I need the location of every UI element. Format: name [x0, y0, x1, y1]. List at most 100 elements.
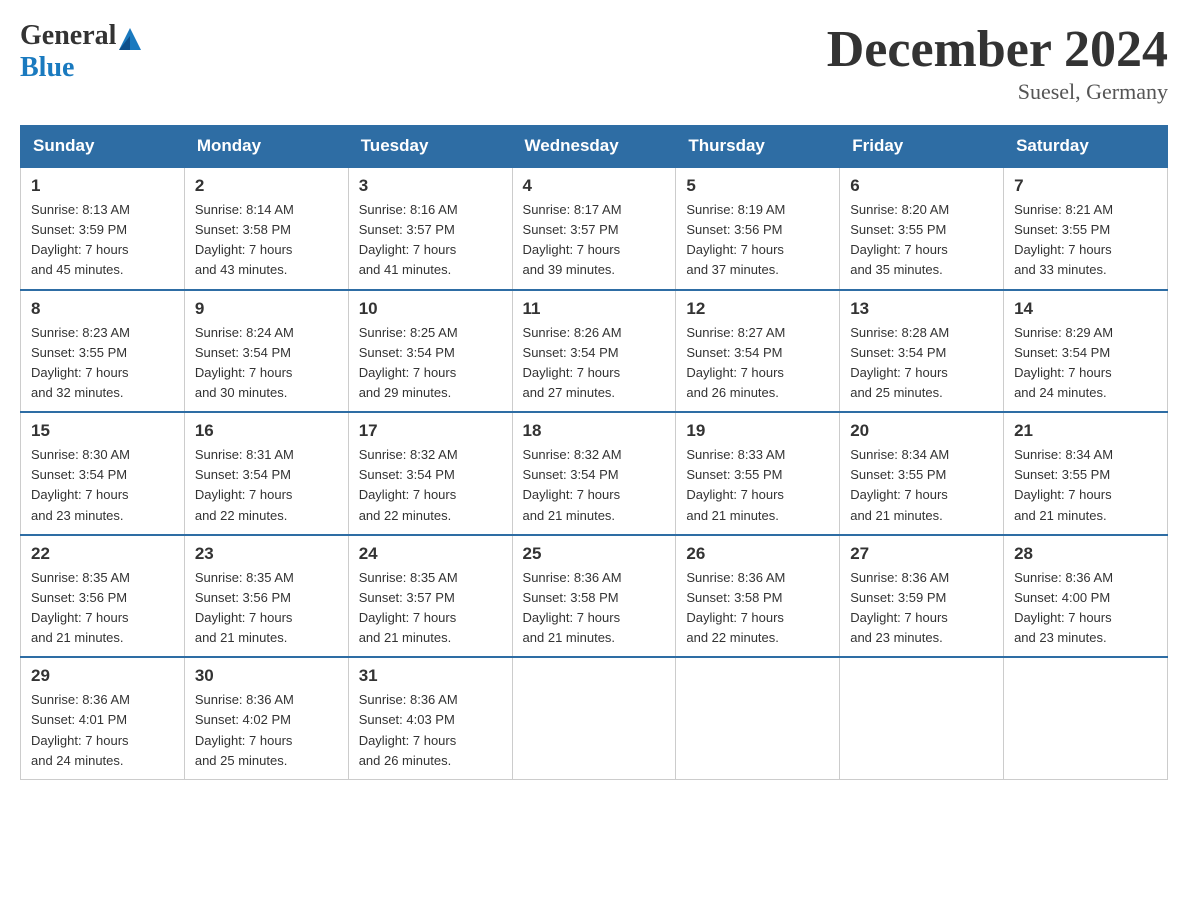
day-number: 28: [1014, 544, 1157, 564]
week-row-4: 22Sunrise: 8:35 AMSunset: 3:56 PMDayligh…: [21, 535, 1168, 658]
calendar-cell: 15 Sunrise: 8:30 AMSunset: 3:54 PMDayligh…: [21, 412, 185, 535]
day-info: Sunrise: 8:26 AMSunset: 3:54 PMDaylight:…: [523, 323, 666, 404]
week-row-2: 8 Sunrise: 8:23 AMSunset: 3:55 PMDaylight…: [21, 290, 1168, 413]
day-number: 13: [850, 299, 993, 319]
calendar-cell: 21 Sunrise: 8:34 AMSunset: 3:55 PMDayligh…: [1004, 412, 1168, 535]
day-number: 18: [523, 421, 666, 441]
day-info: Sunrise: 8:36 AMSunset: 4:01 PMDaylight:…: [31, 690, 174, 771]
calendar-cell: 6 Sunrise: 8:20 AMSunset: 3:55 PMDaylight…: [840, 167, 1004, 290]
calendar-cell: 18 Sunrise: 8:32 AMSunset: 3:54 PMDayligh…: [512, 412, 676, 535]
calendar-cell: 12 Sunrise: 8:27 AMSunset: 3:54 PMDayligh…: [676, 290, 840, 413]
day-info: Sunrise: 8:36 AMSunset: 4:03 PMDaylight:…: [359, 690, 502, 771]
day-info: Sunrise: 8:36 AMSunset: 3:59 PMDaylight:…: [850, 568, 993, 649]
day-info: Sunrise: 8:23 AMSunset: 3:55 PMDaylight:…: [31, 323, 174, 404]
day-info: Sunrise: 8:24 AMSunset: 3:54 PMDaylight:…: [195, 323, 338, 404]
calendar-cell: [840, 657, 1004, 779]
calendar-cell: 25 Sunrise: 8:36 AMSunset: 3:58 PMDayligh…: [512, 535, 676, 658]
calendar-cell: 23Sunrise: 8:35 AMSunset: 3:56 PMDayligh…: [184, 535, 348, 658]
day-number: 2: [195, 176, 338, 196]
day-info: Sunrise: 8:16 AMSunset: 3:57 PMDaylight:…: [359, 200, 502, 281]
day-info: Sunrise: 8:32 AMSunset: 3:54 PMDaylight:…: [359, 445, 502, 526]
calendar-cell: 7 Sunrise: 8:21 AMSunset: 3:55 PMDaylight…: [1004, 167, 1168, 290]
logo-blue: Blue: [20, 52, 141, 84]
day-info: Sunrise: 8:36 AMSunset: 3:58 PMDaylight:…: [523, 568, 666, 649]
day-info: Sunrise: 8:35 AMSunset: 3:56 PMDaylight:…: [31, 568, 174, 649]
month-year-title: December 2024: [827, 20, 1168, 79]
day-info: Sunrise: 8:27 AMSunset: 3:54 PMDaylight:…: [686, 323, 829, 404]
day-number: 31: [359, 666, 502, 686]
day-info: Sunrise: 8:34 AMSunset: 3:55 PMDaylight:…: [1014, 445, 1157, 526]
header-friday: Friday: [840, 126, 1004, 168]
day-number: 3: [359, 176, 502, 196]
day-number: 25: [523, 544, 666, 564]
day-info: Sunrise: 8:20 AMSunset: 3:55 PMDaylight:…: [850, 200, 993, 281]
day-number: 15: [31, 421, 174, 441]
day-number: 7: [1014, 176, 1157, 196]
header-thursday: Thursday: [676, 126, 840, 168]
calendar-cell: 5 Sunrise: 8:19 AMSunset: 3:56 PMDaylight…: [676, 167, 840, 290]
logo-general: General: [20, 20, 116, 52]
day-info: Sunrise: 8:29 AMSunset: 3:54 PMDaylight:…: [1014, 323, 1157, 404]
week-row-1: 1Sunrise: 8:13 AMSunset: 3:59 PMDaylight…: [21, 167, 1168, 290]
day-number: 30: [195, 666, 338, 686]
day-number: 9: [195, 299, 338, 319]
calendar-cell: 11 Sunrise: 8:26 AMSunset: 3:54 PMDayligh…: [512, 290, 676, 413]
location-subtitle: Suesel, Germany: [827, 79, 1168, 105]
day-info: Sunrise: 8:33 AMSunset: 3:55 PMDaylight:…: [686, 445, 829, 526]
calendar-cell: 4Sunrise: 8:17 AMSunset: 3:57 PMDaylight…: [512, 167, 676, 290]
calendar-cell: 19 Sunrise: 8:33 AMSunset: 3:55 PMDayligh…: [676, 412, 840, 535]
calendar-cell: [512, 657, 676, 779]
calendar-cell: 30 Sunrise: 8:36 AMSunset: 4:02 PMDayligh…: [184, 657, 348, 779]
day-info: Sunrise: 8:25 AMSunset: 3:54 PMDaylight:…: [359, 323, 502, 404]
header-tuesday: Tuesday: [348, 126, 512, 168]
day-number: 17: [359, 421, 502, 441]
calendar-cell: 24Sunrise: 8:35 AMSunset: 3:57 PMDayligh…: [348, 535, 512, 658]
day-number: 20: [850, 421, 993, 441]
logo: General Blue: [20, 20, 141, 84]
day-info: Sunrise: 8:21 AMSunset: 3:55 PMDaylight:…: [1014, 200, 1157, 281]
calendar-cell: 27Sunrise: 8:36 AMSunset: 3:59 PMDayligh…: [840, 535, 1004, 658]
day-info: Sunrise: 8:19 AMSunset: 3:56 PMDaylight:…: [686, 200, 829, 281]
day-info: Sunrise: 8:36 AMSunset: 4:02 PMDaylight:…: [195, 690, 338, 771]
header-wednesday: Wednesday: [512, 126, 676, 168]
day-info: Sunrise: 8:36 AMSunset: 4:00 PMDaylight:…: [1014, 568, 1157, 649]
header-saturday: Saturday: [1004, 126, 1168, 168]
header-monday: Monday: [184, 126, 348, 168]
calendar-cell: 28 Sunrise: 8:36 AMSunset: 4:00 PMDayligh…: [1004, 535, 1168, 658]
calendar-cell: 22Sunrise: 8:35 AMSunset: 3:56 PMDayligh…: [21, 535, 185, 658]
day-number: 11: [523, 299, 666, 319]
day-info: Sunrise: 8:28 AMSunset: 3:54 PMDaylight:…: [850, 323, 993, 404]
day-number: 5: [686, 176, 829, 196]
week-row-3: 15 Sunrise: 8:30 AMSunset: 3:54 PMDayligh…: [21, 412, 1168, 535]
day-info: Sunrise: 8:14 AMSunset: 3:58 PMDaylight:…: [195, 200, 338, 281]
day-number: 23: [195, 544, 338, 564]
day-number: 29: [31, 666, 174, 686]
day-info: Sunrise: 8:30 AMSunset: 3:54 PMDaylight:…: [31, 445, 174, 526]
day-number: 4: [523, 176, 666, 196]
day-info: Sunrise: 8:13 AMSunset: 3:59 PMDaylight:…: [31, 200, 174, 281]
calendar-cell: 13 Sunrise: 8:28 AMSunset: 3:54 PMDayligh…: [840, 290, 1004, 413]
day-number: 10: [359, 299, 502, 319]
day-number: 8: [31, 299, 174, 319]
day-number: 21: [1014, 421, 1157, 441]
calendar-cell: 16Sunrise: 8:31 AMSunset: 3:54 PMDayligh…: [184, 412, 348, 535]
calendar-table: Sunday Monday Tuesday Wednesday Thursday…: [20, 125, 1168, 780]
calendar-cell: 29 Sunrise: 8:36 AMSunset: 4:01 PMDayligh…: [21, 657, 185, 779]
weekday-header-row: Sunday Monday Tuesday Wednesday Thursday…: [21, 126, 1168, 168]
calendar-cell: 2 Sunrise: 8:14 AMSunset: 3:58 PMDaylight…: [184, 167, 348, 290]
calendar-cell: 8 Sunrise: 8:23 AMSunset: 3:55 PMDaylight…: [21, 290, 185, 413]
day-number: 6: [850, 176, 993, 196]
day-info: Sunrise: 8:32 AMSunset: 3:54 PMDaylight:…: [523, 445, 666, 526]
calendar-cell: 14 Sunrise: 8:29 AMSunset: 3:54 PMDayligh…: [1004, 290, 1168, 413]
week-row-5: 29 Sunrise: 8:36 AMSunset: 4:01 PMDayligh…: [21, 657, 1168, 779]
page-header: General Blue December 2024 Suesel, Germa…: [20, 20, 1168, 105]
day-info: Sunrise: 8:31 AMSunset: 3:54 PMDaylight:…: [195, 445, 338, 526]
day-number: 24: [359, 544, 502, 564]
day-number: 19: [686, 421, 829, 441]
calendar-cell: 31 Sunrise: 8:36 AMSunset: 4:03 PMDayligh…: [348, 657, 512, 779]
calendar-cell: 26Sunrise: 8:36 AMSunset: 3:58 PMDayligh…: [676, 535, 840, 658]
calendar-cell: 3 Sunrise: 8:16 AMSunset: 3:57 PMDaylight…: [348, 167, 512, 290]
day-number: 14: [1014, 299, 1157, 319]
day-number: 12: [686, 299, 829, 319]
header-sunday: Sunday: [21, 126, 185, 168]
